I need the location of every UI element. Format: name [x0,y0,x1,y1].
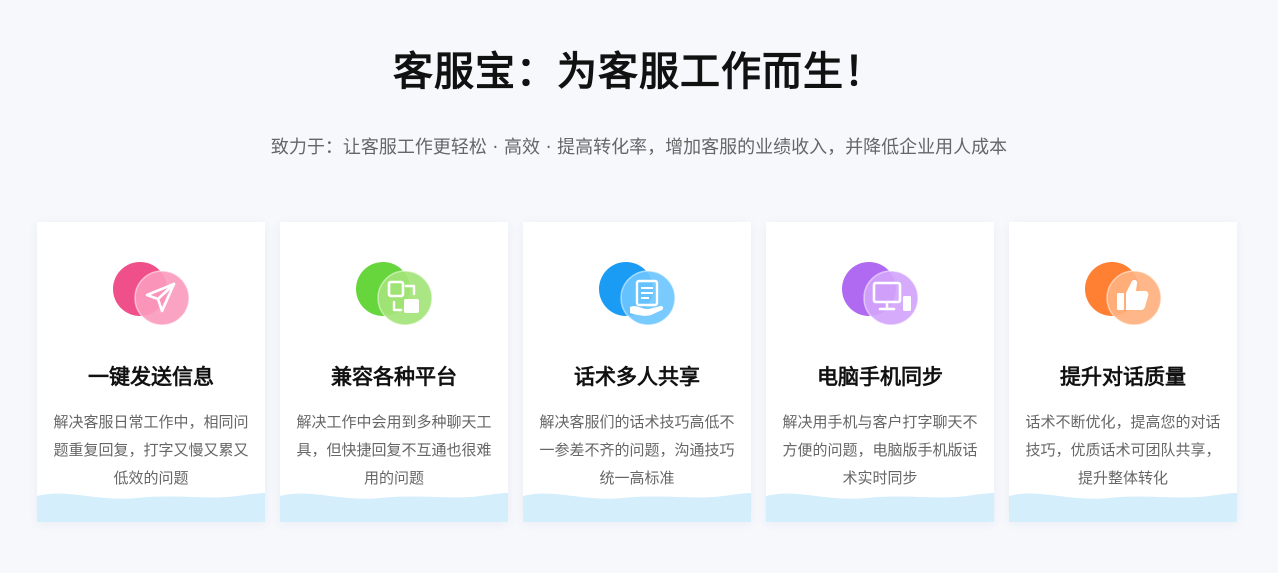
document-hand-icon [599,260,679,330]
feature-description: 解决客服们的话术技巧高低不一参差不齐的问题，沟通技巧统一高标准 [539,413,735,487]
feature-description: 话术不断优化，提高您的对话技巧，优质话术可团队共享，提升整体转化 [1025,413,1221,487]
feature-card-one-click-send[interactable]: 一键发送信息 解决客服日常工作中，相同问题重复回复，打字又慢又累又低效的问题 [37,222,265,522]
feature-title: 话术多人共享 [574,365,700,389]
feature-card-pc-mobile-sync[interactable]: 电脑手机同步 解决用手机与客户打字聊天不方便的问题，电脑版手机版话术实时同步 [766,222,994,522]
wave-decoration [1009,493,1237,522]
page-title: 客服宝：为客服工作而生！ [393,49,885,95]
paper-plane-icon [113,260,193,330]
feature-description: 解决客服日常工作中，相同问题重复回复，打字又慢又累又低效的问题 [53,413,249,487]
computer-phone-icon [842,260,922,330]
feature-card-platform-compatible[interactable]: 兼容各种平台 解决工作中会用到多种聊天工具，但快捷回复不互通也很难用的问题 [280,222,508,522]
feature-title: 提升对话质量 [1060,365,1186,389]
thumbs-up-icon [1085,260,1165,330]
feature-card-script-sharing[interactable]: 话术多人共享 解决客服们的话术技巧高低不一参差不齐的问题，沟通技巧统一高标准 [523,222,751,522]
feature-description: 解决工作中会用到多种聊天工具，但快捷回复不互通也很难用的问题 [296,413,492,487]
wave-decoration [766,493,994,522]
feature-title: 一键发送信息 [88,365,214,389]
wave-decoration [280,493,508,522]
wave-decoration [523,493,751,522]
page-subtitle: 致力于：让客服工作更轻松 · 高效 · 提高转化率，增加客服的业绩收入，并降低企… [270,137,1008,158]
feature-description: 解决用手机与客户打字聊天不方便的问题，电脑版手机版话术实时同步 [782,413,978,487]
feature-title: 电脑手机同步 [817,365,943,389]
wave-decoration [37,493,265,522]
feature-title: 兼容各种平台 [331,365,457,389]
feature-cards: 一键发送信息 解决客服日常工作中，相同问题重复回复，打字又慢又累又低效的问题 兼 [37,222,1241,522]
page: 客服宝：为客服工作而生！ 致力于：让客服工作更轻松 · 高效 · 提高转化率，增… [0,0,1278,573]
feature-card-dialogue-quality[interactable]: 提升对话质量 话术不断优化，提高您的对话技巧，优质话术可团队共享，提升整体转化 [1009,222,1237,522]
sync-icon [356,260,436,330]
